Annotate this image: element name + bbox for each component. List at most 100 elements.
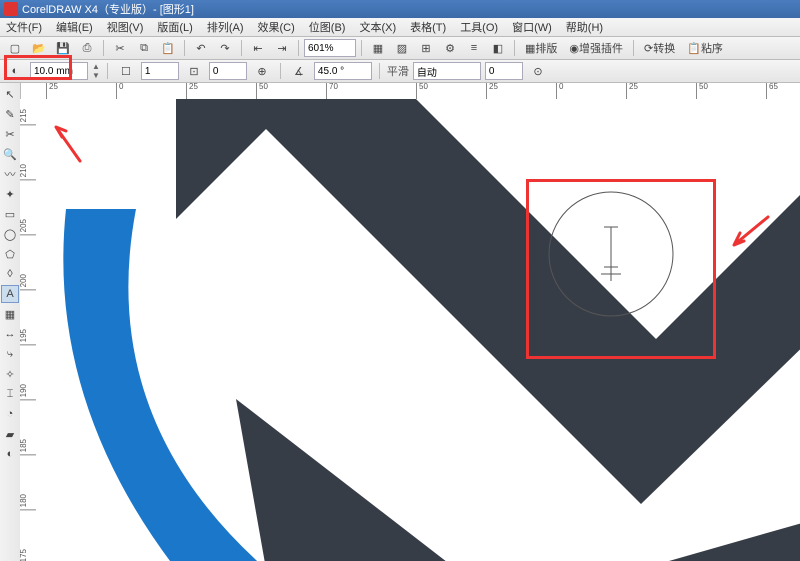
rect-tool-icon[interactable]: ▭ [1, 205, 19, 223]
undo-icon[interactable]: ↶ [190, 38, 212, 58]
ruler-tick: 50 [416, 83, 428, 99]
table-tool-icon[interactable]: ▦ [1, 305, 19, 323]
guide-icon[interactable]: ⊞ [415, 38, 437, 58]
menu-bar[interactable]: 文件(F) 编辑(E) 视图(V) 版面(L) 排列(A) 效果(C) 位图(B… [0, 18, 800, 37]
layout-label: 排版 [535, 40, 557, 56]
redo-icon[interactable]: ↷ [214, 38, 236, 58]
separator [633, 40, 634, 56]
ruler-tick: 25 [626, 83, 638, 99]
menu-window[interactable]: 窗口(W) [512, 19, 552, 35]
interactive-fill-tool-icon[interactable]: ◐ [1, 445, 19, 463]
ruler-tick: 0 [556, 83, 563, 99]
snap-label: 平滑 [387, 63, 409, 79]
menu-arrange[interactable]: 排列(A) [207, 19, 244, 35]
print-icon[interactable]: ⎙ [76, 38, 98, 58]
app-icon [4, 2, 18, 16]
ruler-tick: 50 [256, 83, 268, 99]
separator [184, 40, 185, 56]
zoom-tool-icon[interactable]: 🔍 [1, 145, 19, 163]
ruler-tick: 25 [486, 83, 498, 99]
convert-button[interactable]: ⟳ 转换 [639, 38, 680, 58]
ruler-tick: 205 [20, 219, 36, 235]
separator [379, 63, 380, 79]
window-title: CorelDRAW X4（专业版）- [图形1] [22, 1, 194, 17]
separator [103, 40, 104, 56]
ruler-tick: 200 [20, 274, 36, 290]
ruler-tick: 195 [20, 329, 36, 345]
effect-tool-icon[interactable]: ✧ [1, 365, 19, 383]
lock-icon[interactable]: ⊕ [251, 61, 273, 81]
offset-input[interactable]: 0 [485, 62, 523, 80]
separator [514, 40, 515, 56]
angle-icon[interactable]: ∡ [288, 61, 310, 81]
menu-text[interactable]: 文本(X) [359, 19, 396, 35]
ruler-tick: 70 [326, 83, 338, 99]
copy-icon[interactable]: ⧉ [133, 38, 155, 58]
ruler-tick: 185 [20, 439, 36, 455]
align-icon[interactable]: ≡ [463, 38, 485, 58]
toolbox: ↖ ✎ ✂ 🔍 〰 ✦ ▭ ◯ ⬠ ◊ A ▦ ↔ ⤷ ✧ ⌶ ◔ ▰ ◐ [0, 83, 21, 561]
count-icon[interactable]: ☐ [115, 61, 137, 81]
count-input[interactable]: 1 [141, 62, 179, 80]
snap-select[interactable]: 自动 [413, 62, 481, 80]
layout-button[interactable]: ▦ 排版 [520, 38, 562, 58]
export-icon[interactable]: ⇥ [271, 38, 293, 58]
ruler-tick: 175 [20, 549, 36, 561]
menu-help[interactable]: 帮助(H) [566, 19, 603, 35]
zoom-input[interactable]: 601% [304, 39, 356, 57]
property-bar: ◐ 10.0 mm ▲▼ ☐ 1 ⊡ 0 ⊕ ∡ 45.0 ° 平滑 自动 0 … [0, 60, 800, 83]
separator [241, 40, 242, 56]
text-tool-icon[interactable]: A [1, 285, 19, 303]
dimension-tool-icon[interactable]: ↔ [1, 325, 19, 343]
menu-table[interactable]: 表格(T) [410, 19, 446, 35]
menu-tools[interactable]: 工具(O) [460, 19, 498, 35]
standard-toolbar: ▢ 📂 💾 ⎙ ✂ ⧉ 📋 ↶ ↷ ⇤ ⇥ 601% ▦ ▨ ⊞ ⚙ ≡ ◧ ▦… [0, 37, 800, 60]
ruler-tick: 50 [696, 83, 708, 99]
misc-icon[interactable]: ◧ [487, 38, 509, 58]
plugin-button[interactable]: ◉ 增强插件 [564, 38, 628, 58]
paste-label: 粘序 [701, 40, 723, 56]
paste-seq-button[interactable]: 📋 粘序 [682, 38, 728, 58]
menu-layout[interactable]: 版面(L) [157, 19, 192, 35]
import-icon[interactable]: ⇤ [247, 38, 269, 58]
offset-opt-icon[interactable]: ⊙ [527, 61, 549, 81]
shape-tool-icon[interactable]: ✎ [1, 105, 19, 123]
canvas-area[interactable] [36, 99, 800, 561]
options-icon[interactable]: ⚙ [439, 38, 461, 58]
spinner-icon[interactable]: ▲▼ [92, 62, 100, 80]
freehand-tool-icon[interactable]: 〰 [1, 165, 19, 183]
vertical-ruler: 215 210 205 200 195 190 185 180 175 [20, 99, 37, 561]
menu-edit[interactable]: 编辑(E) [56, 19, 93, 35]
ruler-tick: 25 [46, 83, 58, 99]
ruler-tick: 25 [186, 83, 198, 99]
opt-input[interactable]: 0 [209, 62, 247, 80]
title-bar: CorelDRAW X4（专业版）- [图形1] [0, 0, 800, 18]
menu-file[interactable]: 文件(F) [6, 19, 42, 35]
menu-effects[interactable]: 效果(C) [258, 19, 295, 35]
ruler-tick: 65 [766, 83, 778, 99]
fill-tool-icon[interactable]: ▰ [1, 425, 19, 443]
basic-shape-tool-icon[interactable]: ◊ [1, 265, 19, 283]
menu-view[interactable]: 视图(V) [107, 19, 144, 35]
snap-icon[interactable]: ▦ [367, 38, 389, 58]
annotation-arrow-1 [48, 119, 88, 159]
menu-bitmap[interactable]: 位图(B) [309, 19, 346, 35]
ellipse-tool-icon[interactable]: ◯ [1, 225, 19, 243]
outline-tool-icon[interactable]: ◔ [1, 405, 19, 423]
crop-tool-icon[interactable]: ✂ [1, 125, 19, 143]
annotation-arrow-2 [726, 209, 766, 249]
connector-tool-icon[interactable]: ⤷ [1, 345, 19, 363]
ruler-tick: 190 [20, 384, 36, 400]
paste-icon[interactable]: 📋 [157, 38, 179, 58]
cut-icon[interactable]: ✂ [109, 38, 131, 58]
grid-icon[interactable]: ▨ [391, 38, 413, 58]
opt-icon[interactable]: ⊡ [183, 61, 205, 81]
smart-tool-icon[interactable]: ✦ [1, 185, 19, 203]
ruler-tick: 210 [20, 164, 36, 180]
eyedropper-tool-icon[interactable]: ⌶ [1, 385, 19, 403]
angle-input[interactable]: 45.0 ° [314, 62, 372, 80]
ruler-tick: 215 [20, 109, 36, 125]
pick-tool-icon[interactable]: ↖ [1, 85, 19, 103]
ruler-tick: 180 [20, 494, 36, 510]
polygon-tool-icon[interactable]: ⬠ [1, 245, 19, 263]
